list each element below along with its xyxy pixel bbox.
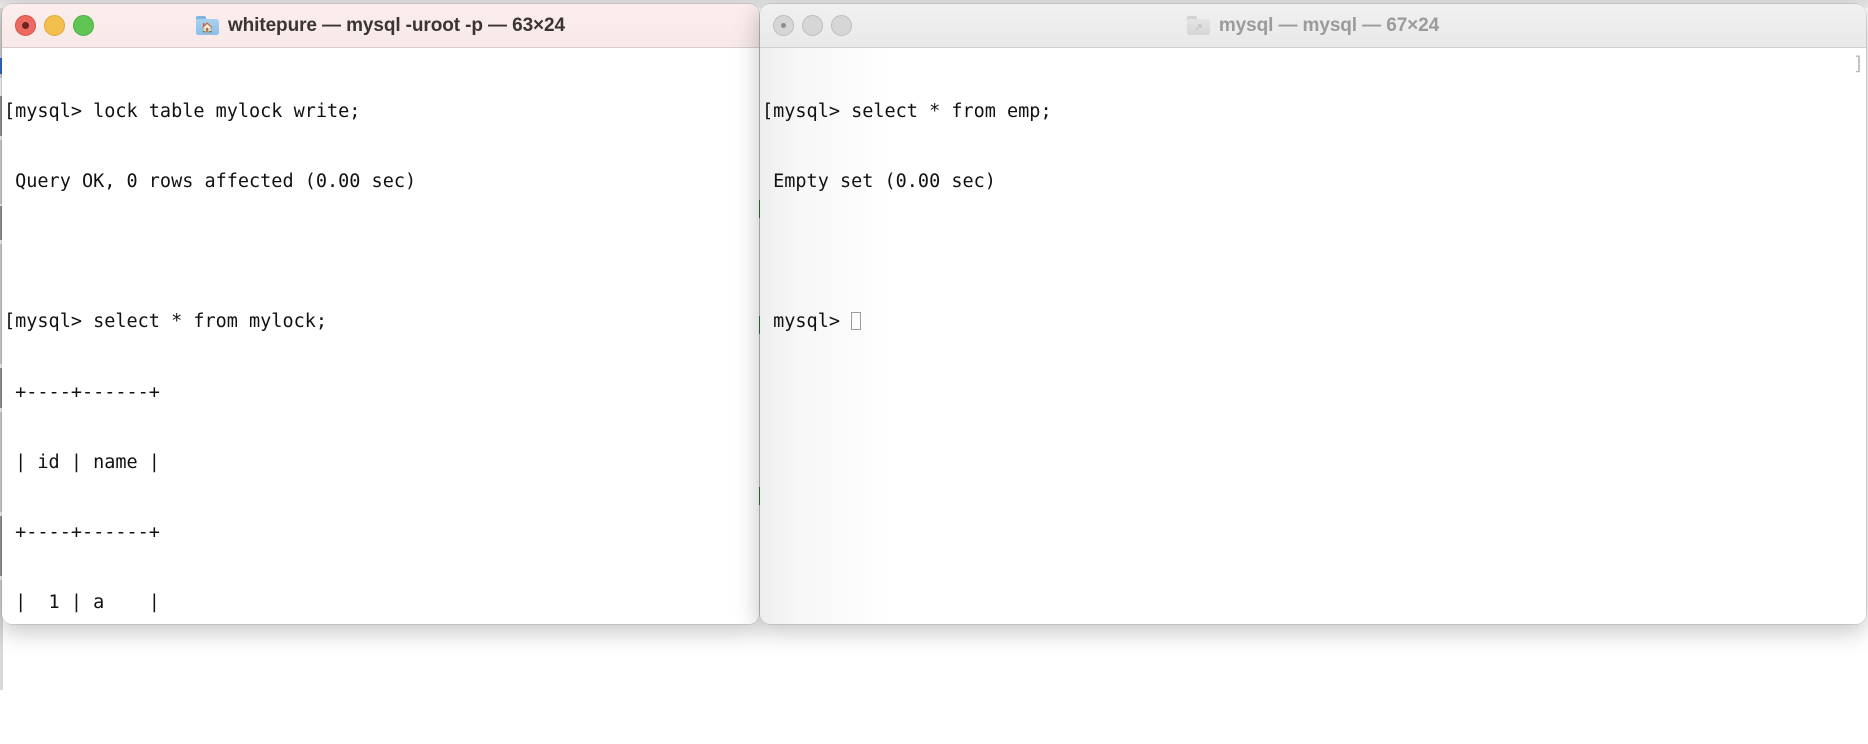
terminal-window-right[interactable]: ↗ mysql — mysql — 67×24 [mysql> select *… [760, 4, 1866, 624]
titlebar-right[interactable]: ↗ mysql — mysql — 67×24 [760, 4, 1866, 48]
titlebar-left[interactable]: 🏠 whitepure — mysql -uroot -p — 63×24 [2, 4, 759, 48]
zoom-button[interactable] [831, 15, 852, 36]
terminal-content-right[interactable]: [mysql> select * from emp; Empty set (0.… [760, 48, 1866, 624]
terminal-window-left[interactable]: 🏠 whitepure — mysql -uroot -p — 63×24 [m… [2, 4, 759, 624]
background-artifact: ] [1852, 54, 1864, 75]
terminal-line: [mysql> select * from mylock; [4, 311, 328, 333]
terminal-line: [mysql> select * from emp; [762, 100, 1052, 122]
terminal-line: +----+------+ [4, 381, 160, 403]
traffic-lights-left [15, 15, 94, 36]
terminal-line: Empty set (0.00 sec) [762, 171, 996, 193]
close-button[interactable] [773, 15, 794, 36]
window-title-right: ↗ mysql — mysql — 67×24 [760, 15, 1866, 37]
terminal-content-left[interactable]: [mysql> lock table mylock write; Query O… [2, 48, 759, 624]
folder-alias-icon: ↗ [1186, 16, 1210, 35]
terminal-line: [mysql> lock table mylock write; [4, 100, 361, 122]
close-button[interactable] [15, 15, 36, 36]
terminal-line: Query OK, 0 rows affected (0.00 sec) [4, 171, 417, 193]
traffic-lights-right [773, 15, 852, 36]
terminal-line: | 1 | a | [4, 592, 160, 614]
window-title-text-left: whitepure — mysql -uroot -p — 63×24 [228, 14, 565, 36]
window-title-left: 🏠 whitepure — mysql -uroot -p — 63×24 [2, 15, 759, 37]
folder-home-icon: 🏠 [196, 16, 219, 35]
window-title-text-right: mysql — mysql — 67×24 [1218, 14, 1440, 36]
minimize-button[interactable] [44, 15, 65, 36]
terminal-prompt-line: mysql> [760, 310, 1866, 333]
zoom-button[interactable] [73, 15, 94, 36]
text-cursor [851, 312, 862, 331]
minimize-button[interactable] [802, 15, 823, 36]
terminal-line: | id | name | [4, 451, 160, 473]
desktop: 🏠 whitepure — mysql -uroot -p — 63×24 [m… [0, 0, 1868, 744]
terminal-prompt-text: mysql> [762, 311, 852, 333]
terminal-line: +----+------+ [4, 522, 160, 544]
